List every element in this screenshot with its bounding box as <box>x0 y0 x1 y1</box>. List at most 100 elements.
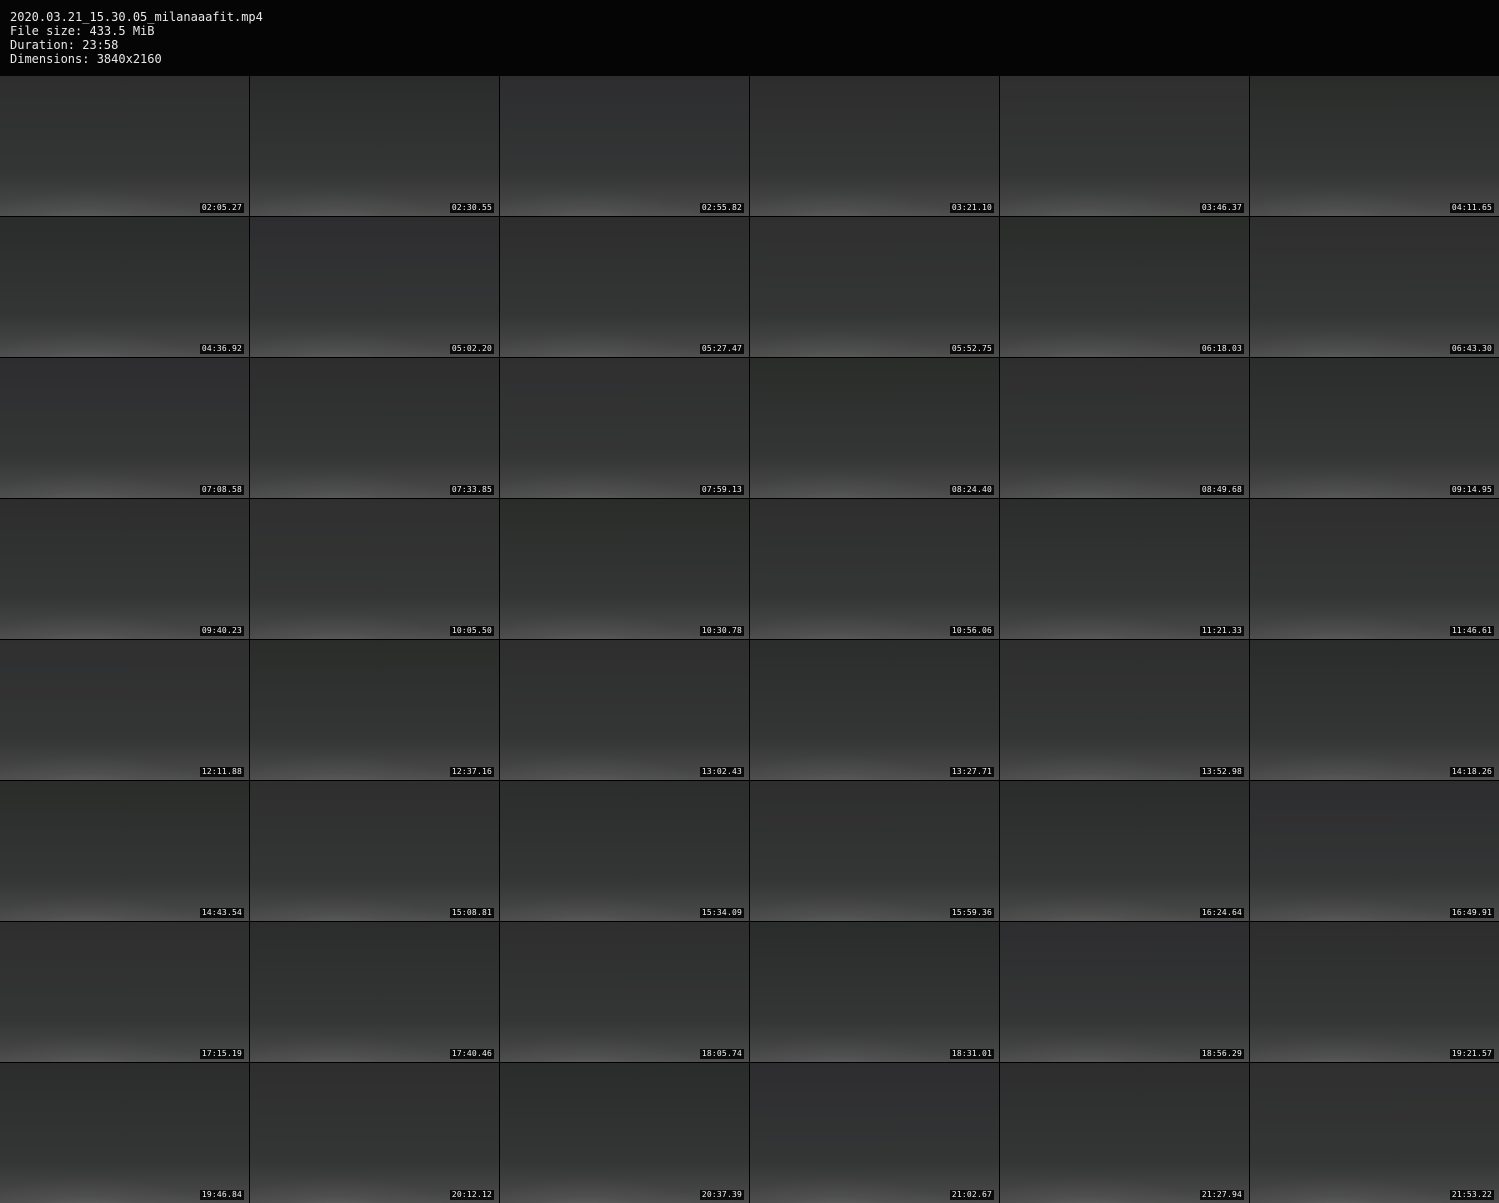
video-thumbnail: 06:18.03 <box>1000 217 1249 357</box>
thumbnail-frame <box>0 499 249 639</box>
thumbnail-frame <box>0 76 249 216</box>
video-thumbnail: 07:08.58 <box>0 358 249 498</box>
info-header: 2020.03.21_15.30.05_milanaaafit.mp4 File… <box>0 0 1499 76</box>
video-thumbnail: 04:36.92 <box>0 217 249 357</box>
thumbnail-frame <box>750 922 999 1062</box>
thumbnail-frame <box>0 922 249 1062</box>
thumbnail-timestamp: 15:08.81 <box>449 908 494 918</box>
video-thumbnail: 16:49.91 <box>1250 781 1499 921</box>
thumbnail-frame <box>1000 781 1249 921</box>
thumbnail-timestamp: 04:36.92 <box>199 344 244 354</box>
video-thumbnail: 14:43.54 <box>0 781 249 921</box>
thumbnail-timestamp: 21:02.67 <box>949 1190 994 1200</box>
thumbnail-timestamp: 14:18.26 <box>1449 767 1494 777</box>
thumbnail-frame <box>750 781 999 921</box>
thumbnail-frame <box>1000 922 1249 1062</box>
thumbnail-frame <box>0 781 249 921</box>
video-thumbnail: 18:31.01 <box>750 922 999 1062</box>
thumbnail-frame <box>250 922 499 1062</box>
video-thumbnail: 07:59.13 <box>500 358 749 498</box>
video-thumbnail: 21:53.22 <box>1250 1063 1499 1203</box>
thumbnail-timestamp: 13:02.43 <box>699 767 744 777</box>
video-thumbnail: 17:40.46 <box>250 922 499 1062</box>
thumbnail-timestamp: 11:21.33 <box>1199 626 1244 636</box>
thumbnail-timestamp: 10:56.06 <box>949 626 994 636</box>
thumbnail-frame <box>1250 76 1499 216</box>
thumbnail-timestamp: 12:37.16 <box>449 767 494 777</box>
thumbnail-frame <box>250 781 499 921</box>
thumbnail-timestamp: 17:40.46 <box>449 1049 494 1059</box>
video-thumbnail: 02:55.82 <box>500 76 749 216</box>
thumbnail-timestamp: 05:02.20 <box>449 344 494 354</box>
video-thumbnail: 13:27.71 <box>750 640 999 780</box>
thumbnail-timestamp: 07:33.85 <box>449 485 494 495</box>
thumbnail-timestamp: 11:46.61 <box>1449 626 1494 636</box>
video-thumbnail: 20:12.12 <box>250 1063 499 1203</box>
thumbnail-frame <box>1000 499 1249 639</box>
thumbnail-timestamp: 09:14.95 <box>1449 485 1494 495</box>
thumbnail-frame <box>500 499 749 639</box>
thumbnail-timestamp: 21:53.22 <box>1449 1190 1494 1200</box>
thumbnail-frame <box>1000 358 1249 498</box>
thumbnail-frame <box>250 76 499 216</box>
thumbnail-timestamp: 09:40.23 <box>199 626 244 636</box>
video-thumbnail: 21:02.67 <box>750 1063 999 1203</box>
video-thumbnail: 16:24.64 <box>1000 781 1249 921</box>
video-thumbnail: 03:46.37 <box>1000 76 1249 216</box>
thumbnail-frame <box>750 76 999 216</box>
video-thumbnail: 09:14.95 <box>1250 358 1499 498</box>
thumbnail-timestamp: 17:15.19 <box>199 1049 244 1059</box>
thumbnail-frame <box>750 1063 999 1203</box>
video-thumbnail: 18:05.74 <box>500 922 749 1062</box>
thumbnail-timestamp: 19:46.84 <box>199 1190 244 1200</box>
video-thumbnail: 03:21.10 <box>750 76 999 216</box>
video-thumbnail: 17:15.19 <box>0 922 249 1062</box>
file-size: File size: 433.5 MiB <box>10 24 155 38</box>
thumbnail-grid: 02:05.27 02:30.55 02:55.82 03:21.10 03:46.37… <box>0 76 1499 1203</box>
thumbnail-frame <box>0 358 249 498</box>
video-thumbnail: 12:37.16 <box>250 640 499 780</box>
thumbnail-timestamp: 16:49.91 <box>1449 908 1494 918</box>
video-thumbnail: 14:18.26 <box>1250 640 1499 780</box>
thumbnail-timestamp: 18:05.74 <box>699 1049 744 1059</box>
thumbnail-timestamp: 16:24.64 <box>1199 908 1244 918</box>
thumbnail-frame <box>250 358 499 498</box>
thumbnail-timestamp: 20:12.12 <box>449 1190 494 1200</box>
thumbnail-timestamp: 03:21.10 <box>949 203 994 213</box>
thumbnail-frame <box>1000 1063 1249 1203</box>
thumbnail-frame <box>1250 358 1499 498</box>
video-thumbnail: 08:24.40 <box>750 358 999 498</box>
thumbnail-timestamp: 13:52.98 <box>1199 767 1244 777</box>
thumbnail-frame <box>500 640 749 780</box>
thumbnail-timestamp: 05:52.75 <box>949 344 994 354</box>
thumbnail-frame <box>1250 1063 1499 1203</box>
thumbnail-timestamp: 20:37.39 <box>699 1190 744 1200</box>
video-thumbnail: 19:21.57 <box>1250 922 1499 1062</box>
thumbnail-frame <box>750 217 999 357</box>
video-thumbnail: 15:34.09 <box>500 781 749 921</box>
video-thumbnail: 02:30.55 <box>250 76 499 216</box>
video-thumbnail: 09:40.23 <box>0 499 249 639</box>
thumbnail-frame <box>1250 640 1499 780</box>
thumbnail-timestamp: 18:31.01 <box>949 1049 994 1059</box>
video-thumbnail: 07:33.85 <box>250 358 499 498</box>
video-thumbnail: 05:52.75 <box>750 217 999 357</box>
thumbnail-frame <box>250 1063 499 1203</box>
thumbnail-frame <box>250 640 499 780</box>
thumbnail-frame <box>1250 781 1499 921</box>
thumbnail-timestamp: 15:34.09 <box>699 908 744 918</box>
thumbnail-timestamp: 15:59.36 <box>949 908 994 918</box>
video-thumbnail: 12:11.88 <box>0 640 249 780</box>
thumbnail-timestamp: 14:43.54 <box>199 908 244 918</box>
thumbnail-timestamp: 10:30.78 <box>699 626 744 636</box>
video-thumbnail: 13:02.43 <box>500 640 749 780</box>
video-thumbnail: 10:05.50 <box>250 499 499 639</box>
video-thumbnail: 04:11.65 <box>1250 76 1499 216</box>
video-dimensions: Dimensions: 3840x2160 <box>10 52 162 66</box>
video-thumbnail: 18:56.29 <box>1000 922 1249 1062</box>
video-thumbnail: 11:21.33 <box>1000 499 1249 639</box>
thumbnail-timestamp: 12:11.88 <box>199 767 244 777</box>
thumbnail-frame <box>500 217 749 357</box>
video-thumbnail: 15:08.81 <box>250 781 499 921</box>
thumbnail-frame <box>500 1063 749 1203</box>
